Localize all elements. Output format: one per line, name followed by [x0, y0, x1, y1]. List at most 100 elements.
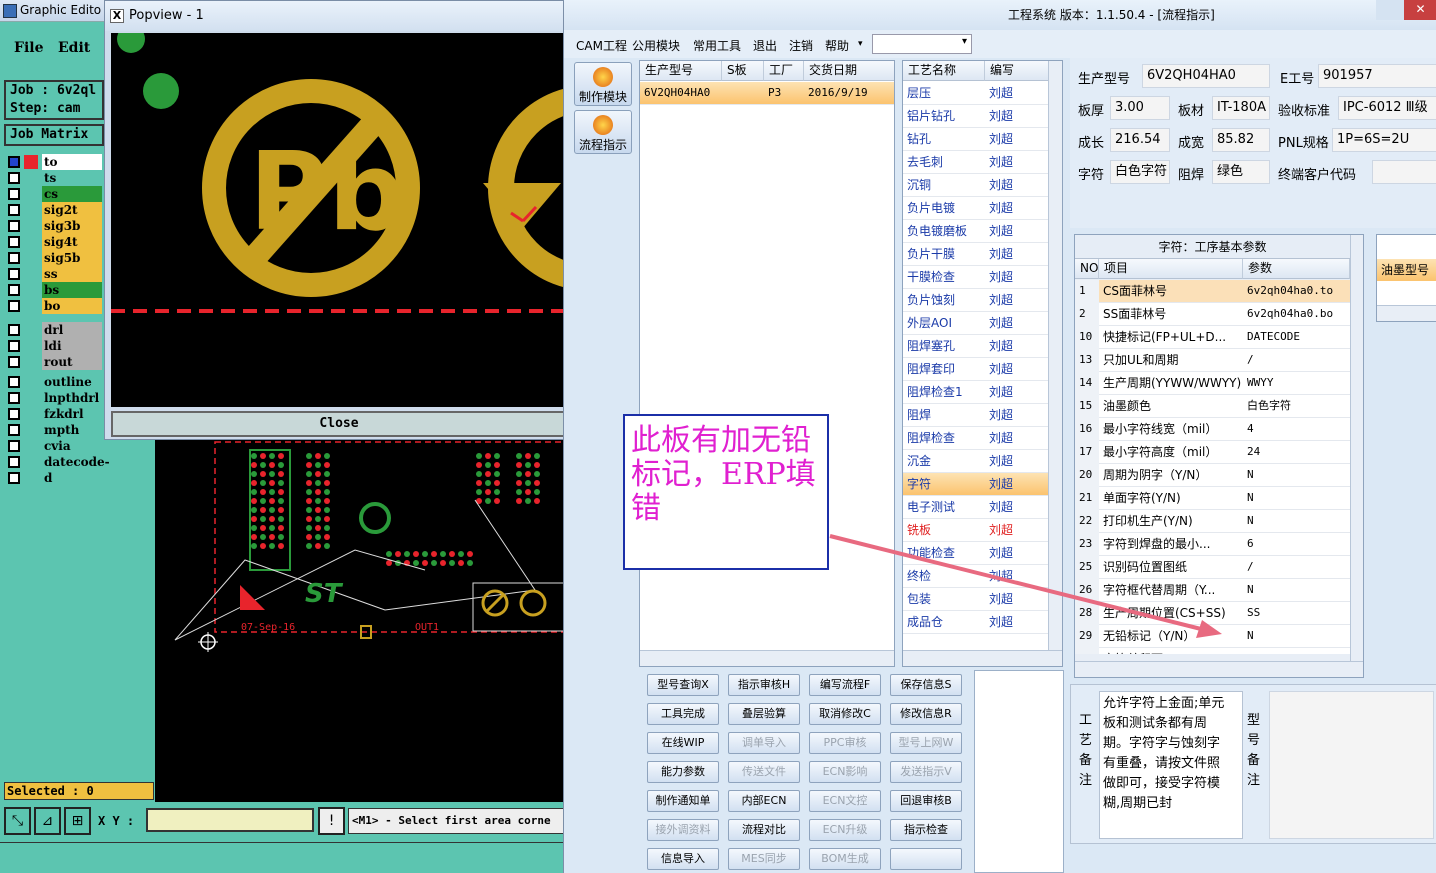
action-button[interactable]: 保存信息S: [890, 674, 962, 696]
action-button[interactable]: ECN文控: [809, 790, 881, 812]
char-field[interactable]: 白色字符: [1110, 160, 1170, 184]
action-button[interactable]: 型号查询X: [647, 674, 719, 696]
action-button[interactable]: 叠层验算: [728, 703, 800, 725]
process-row[interactable]: 成品仓 刘超: [903, 611, 1048, 634]
process-row[interactable]: 层压 刘超: [903, 82, 1048, 105]
layer-checkbox[interactable]: [8, 324, 20, 336]
process-row[interactable]: 负片蚀刻 刘超: [903, 289, 1048, 312]
params-header-value[interactable]: 参数: [1243, 259, 1350, 279]
process-row[interactable]: 阻焊检查 刘超: [903, 427, 1048, 450]
process-row[interactable]: 终检 刘超: [903, 565, 1048, 588]
layer-checkbox[interactable]: [8, 156, 20, 168]
customer-field[interactable]: [1372, 160, 1436, 184]
action-button[interactable]: 指示检查: [890, 819, 962, 841]
layer-checkbox[interactable]: [8, 220, 20, 232]
process-row[interactable]: 阻焊塞孔 刘超: [903, 335, 1048, 358]
param-row[interactable]: 1 CS面菲林号 6v2qh04ha0.to: [1075, 280, 1350, 303]
model-note-field[interactable]: [1269, 691, 1434, 839]
menu-common-module[interactable]: 公用模块: [632, 37, 680, 54]
action-button[interactable]: 流程对比: [728, 819, 800, 841]
layer-d[interactable]: d: [4, 470, 126, 486]
layer-checkbox[interactable]: [8, 300, 20, 312]
make-module-button[interactable]: 制作模块: [574, 62, 632, 106]
popview-canvas[interactable]: Pb: [111, 33, 567, 407]
process-row[interactable]: 沉金 刘超: [903, 450, 1048, 473]
layer-checkbox[interactable]: [8, 456, 20, 468]
param-row[interactable]: 15 油墨颜色 白色字符: [1075, 395, 1350, 418]
process-row[interactable]: 沉铜 刘超: [903, 174, 1048, 197]
popview-close-button[interactable]: Close: [111, 411, 567, 437]
process-row[interactable]: 负片干膜 刘超: [903, 243, 1048, 266]
param-row[interactable]: 13 只加UL和周期 /: [1075, 349, 1350, 372]
action-button[interactable]: 发送指示V: [890, 761, 962, 783]
action-button[interactable]: 信息导入: [647, 848, 719, 870]
process-row[interactable]: 外层AOI 刘超: [903, 312, 1048, 335]
action-button[interactable]: 取消修改C: [809, 703, 881, 725]
mask-field[interactable]: 绿色: [1212, 160, 1270, 184]
action-button[interactable]: 能力参数: [647, 761, 719, 783]
width-field[interactable]: 85.82: [1212, 128, 1270, 152]
layer-datecode-bo[interactable]: datecode-bo: [4, 454, 126, 485]
action-button[interactable]: MES同步: [728, 848, 800, 870]
material-field[interactable]: IT-180A: [1212, 96, 1270, 120]
param-row[interactable]: 20 周期为阴字（Y/N） N: [1075, 464, 1350, 487]
param-row[interactable]: 2 SS面菲林号 6v2qh04ha0.bo: [1075, 303, 1350, 326]
action-button[interactable]: 修改信息R: [890, 703, 962, 725]
action-button[interactable]: [890, 848, 962, 870]
process-row[interactable]: 电子测试 刘超: [903, 496, 1048, 519]
production-model-field[interactable]: 6V2QH04HA0: [1142, 64, 1270, 88]
layer-checkbox[interactable]: [8, 424, 20, 436]
close-icon[interactable]: ✕: [1404, 0, 1436, 20]
process-row[interactable]: 阻焊套印 刘超: [903, 358, 1048, 381]
action-button[interactable]: 工具完成: [647, 703, 719, 725]
layer-checkbox[interactable]: [8, 376, 20, 388]
layer-checkbox[interactable]: [8, 204, 20, 216]
popview-close-x-icon[interactable]: X: [110, 9, 124, 23]
action-button[interactable]: 指示审核H: [728, 674, 800, 696]
flow-instruction-button[interactable]: 流程指示: [574, 110, 632, 154]
param-row[interactable]: 25 识别码位置图纸 /: [1075, 556, 1350, 579]
order-header-s[interactable]: S板: [722, 61, 764, 81]
order-header-model[interactable]: 生产型号: [640, 61, 722, 81]
process-header-author[interactable]: 编写: [985, 61, 1049, 81]
param-row[interactable]: 30字符丝印面CS+SS: [1075, 648, 1350, 654]
action-button[interactable]: ECN影响: [809, 761, 881, 783]
layer-checkbox[interactable]: [8, 268, 20, 280]
ink-hscrollbar[interactable]: [1377, 305, 1436, 321]
layer-checkbox[interactable]: [8, 188, 20, 200]
action-button[interactable]: 型号上网W: [890, 732, 962, 754]
process-row[interactable]: 负电镀磨板 刘超: [903, 220, 1048, 243]
menu-cam[interactable]: CAM工程: [576, 37, 627, 54]
process-row[interactable]: 铝片钻孔 刘超: [903, 105, 1048, 128]
order-header-date[interactable]: 交货日期: [804, 61, 894, 81]
menu-logout[interactable]: 注销: [789, 37, 813, 54]
action-button[interactable]: 内部ECN: [728, 790, 800, 812]
process-row[interactable]: 铣板 刘超: [903, 519, 1048, 542]
process-row[interactable]: 负片电镀 刘超: [903, 197, 1048, 220]
process-row[interactable]: 字符 刘超: [903, 473, 1048, 496]
action-button[interactable]: 回退审核B: [890, 790, 962, 812]
zoom-tool-icon[interactable]: ⤡: [4, 807, 31, 835]
standard-field[interactable]: IPC-6012 Ⅲ级: [1338, 96, 1436, 120]
process-header-name[interactable]: 工艺名称: [903, 61, 985, 81]
param-row[interactable]: 10 快捷标记(FP+UL+D... DATECODE: [1075, 326, 1350, 349]
params-header-no[interactable]: NO: [1075, 259, 1099, 279]
order-header-factory[interactable]: 工厂: [764, 61, 804, 81]
process-row[interactable]: 钻孔 刘超: [903, 128, 1048, 151]
layer-checkbox[interactable]: [8, 340, 20, 352]
process-hscrollbar[interactable]: [903, 650, 1062, 666]
action-button[interactable]: ECN升级: [809, 819, 881, 841]
graphic-editor-canvas[interactable]: ST 07-Sep-16 OUT1: [155, 440, 570, 802]
process-vscrollbar[interactable]: [1048, 61, 1062, 650]
process-row[interactable]: 干膜检查 刘超: [903, 266, 1048, 289]
xy-input[interactable]: [146, 808, 314, 832]
maximize-icon[interactable]: [1376, 0, 1404, 20]
measure-tool-icon[interactable]: ⊿: [34, 807, 61, 835]
layer-checkbox[interactable]: [8, 472, 20, 484]
layer-checkbox[interactable]: [8, 392, 20, 404]
process-row[interactable]: 阻焊 刘超: [903, 404, 1048, 427]
pnl-field[interactable]: 1P=6S=2U: [1332, 128, 1436, 152]
process-row[interactable]: 包装 刘超: [903, 588, 1048, 611]
length-field[interactable]: 216.54: [1110, 128, 1170, 152]
layer-checkbox[interactable]: [8, 284, 20, 296]
